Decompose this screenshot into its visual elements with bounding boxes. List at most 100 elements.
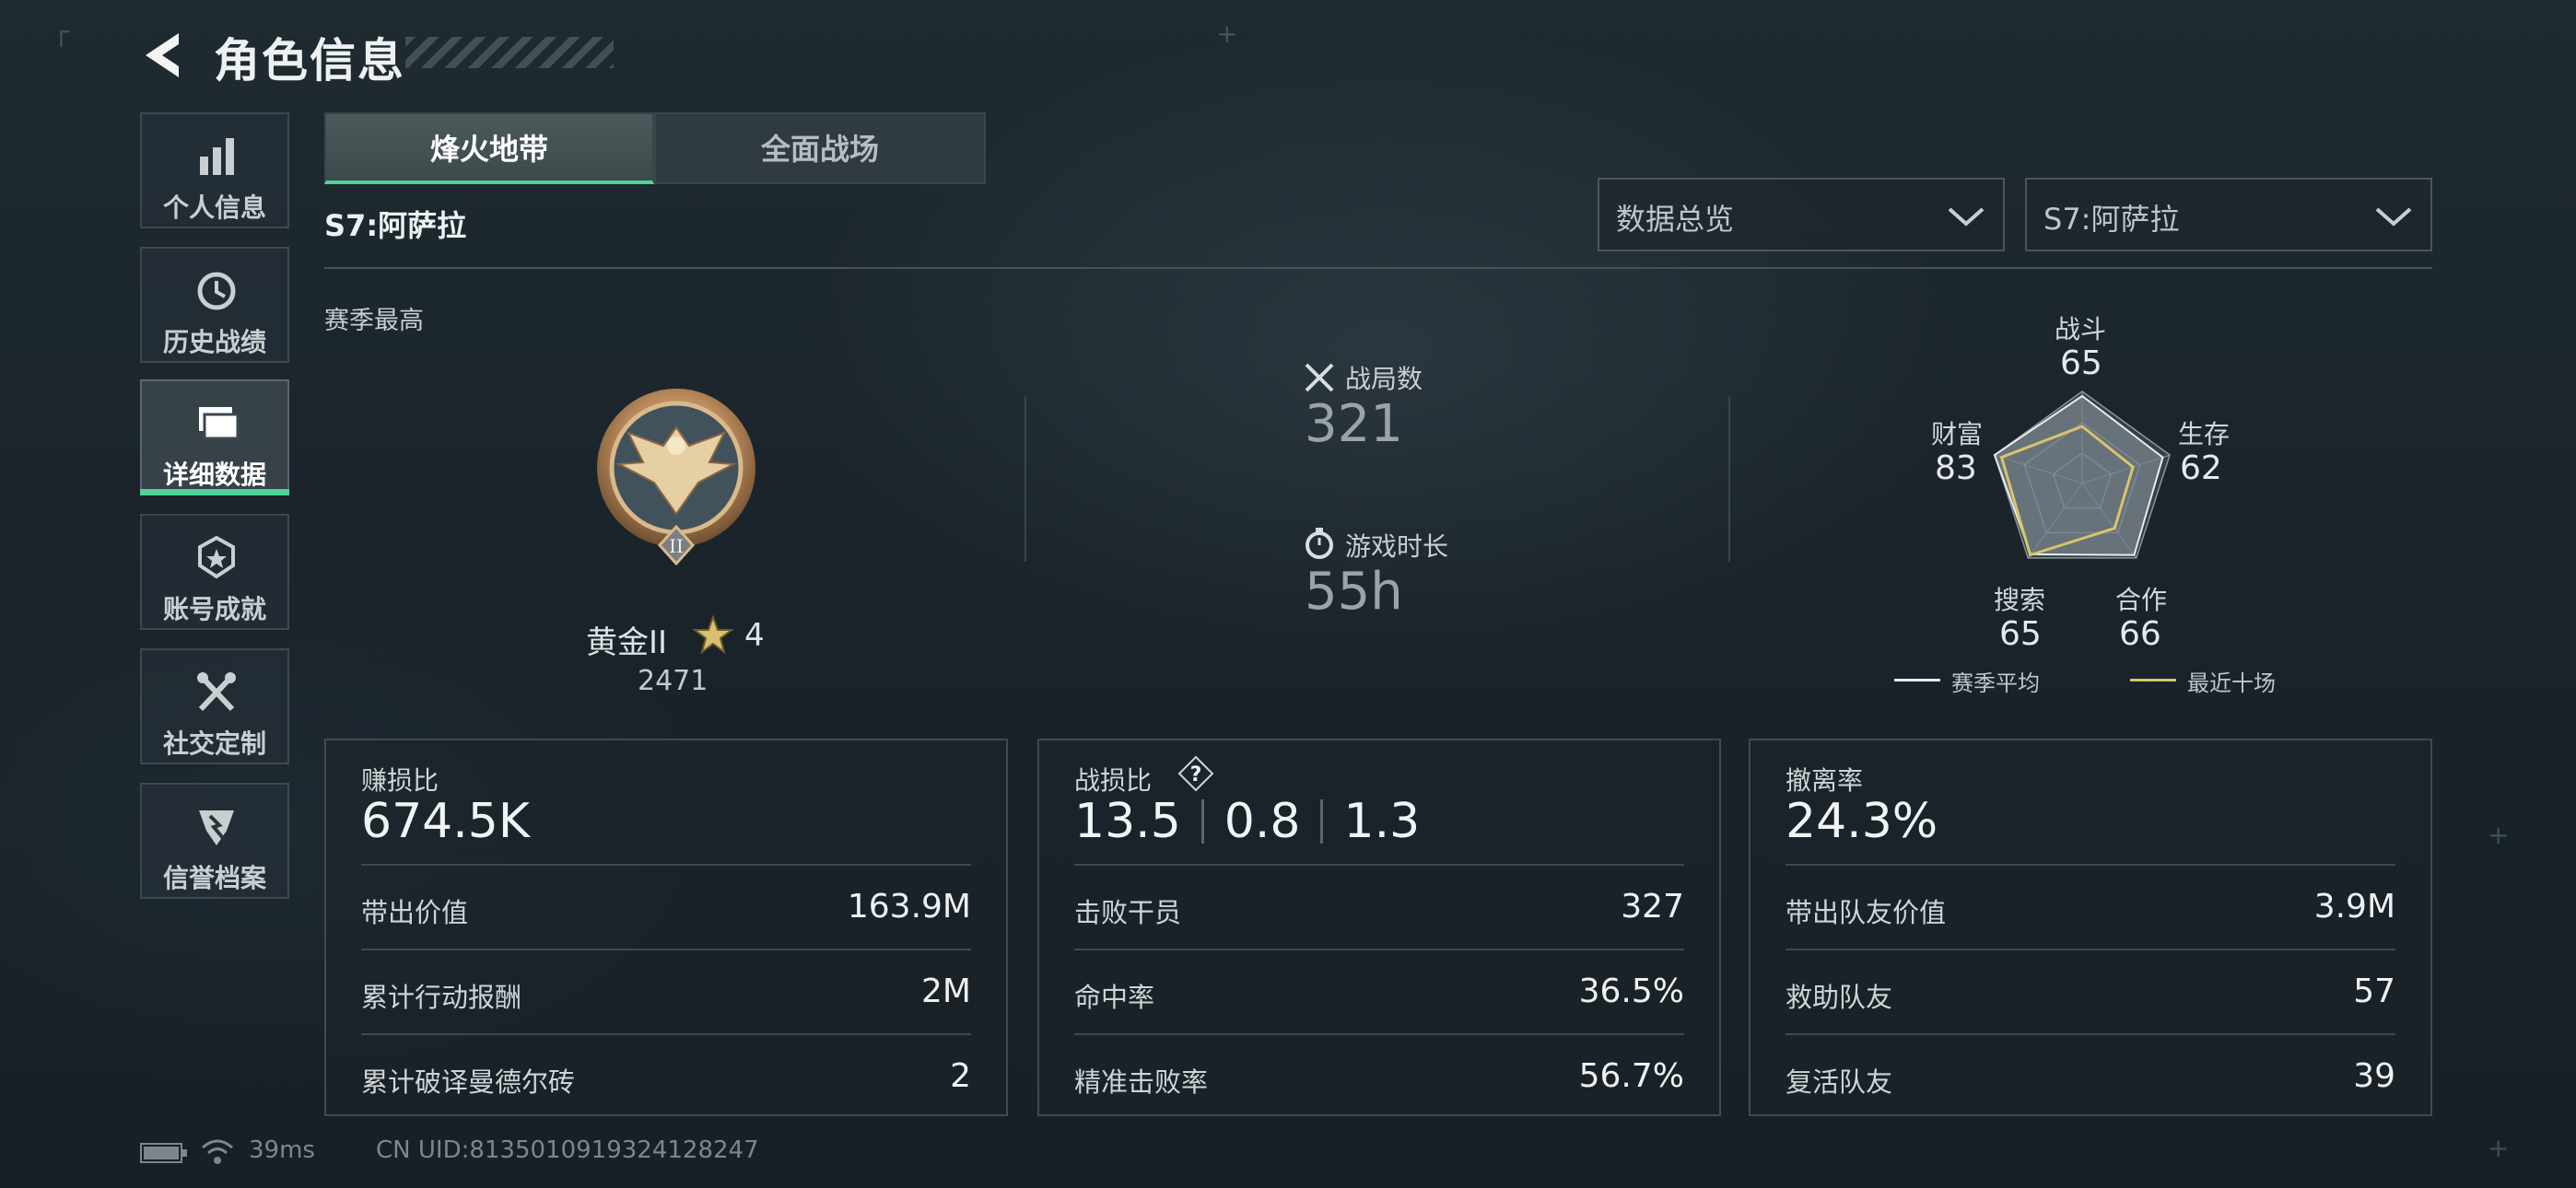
stat-row-value: 39 [2353, 1057, 2395, 1095]
combat-card: 战损比 ? 13.5 0.8 1.3 击败干员 327 命中率 36.5% 精准… [1037, 739, 1721, 1116]
extract-rate-label: 撤离率 [1786, 765, 1864, 796]
svg-text:?: ? [1190, 763, 1202, 786]
stat-row: 精准击败率 56.7% [1074, 1033, 1684, 1118]
rank-star-count: 4 [744, 617, 765, 654]
legend-label-average: 赛季平均 [1951, 670, 2040, 696]
radar-value-cooperation: 66 [2119, 615, 2161, 653]
season-dropdown[interactable]: S7:阿萨拉 [2025, 178, 2432, 251]
season-dropdown-value: S7:阿萨拉 [2043, 202, 2180, 237]
uid-text: CN UID:8135010919324128247 [376, 1136, 759, 1164]
battery-icon [140, 1142, 188, 1168]
stat-row: 复活队友 39 [1786, 1033, 2395, 1118]
divider [1320, 799, 1324, 844]
radar-value-survival: 62 [2180, 449, 2222, 487]
sidebar-item-social[interactable]: 社交定制 [140, 648, 289, 764]
stat-row-value: 57 [2353, 973, 2395, 1010]
help-icon[interactable]: ? [1177, 755, 1214, 792]
sidebar-item-label: 详细数据 [162, 460, 266, 490]
medal-numeral: II [669, 535, 684, 557]
sidebar-item-history[interactable]: 历史战绩 [140, 247, 289, 363]
stat-row-label: 复活队友 [1786, 1066, 1893, 1098]
kd-ratio-values: 13.5 0.8 1.3 [1074, 794, 1420, 849]
sidebar-item-label: 账号成就 [162, 594, 266, 624]
radar-value-wealth: 83 [1935, 449, 1977, 487]
radar-label-survival: 生存 [2178, 419, 2231, 449]
sidebar-item-personal-info[interactable]: 个人信息 [140, 112, 289, 228]
matches-label: 战局数 [1345, 364, 1423, 394]
stat-row-value: 56.7% [1578, 1057, 1684, 1095]
radar-label-wealth: 财富 [1931, 419, 1984, 449]
legend-label-recent: 最近十场 [2187, 670, 2276, 696]
tab-full-battlefield[interactable]: 全面战场 [654, 112, 986, 184]
star-icon [692, 614, 734, 656]
stat-row: 带出价值 163.9M [361, 864, 971, 949]
sidebar-item-achievements[interactable]: 账号成就 [140, 514, 289, 630]
season-label: S7:阿萨拉 [324, 208, 467, 243]
sidebar-item-detailed-data[interactable]: 详细数据 [140, 379, 289, 495]
sidebar-item-credit[interactable]: 信誉档案 [140, 783, 289, 899]
page-title: 角色信息 [214, 34, 405, 87]
kd-value: 13.5 [1074, 794, 1181, 849]
ping-text: 39ms [249, 1136, 315, 1164]
radar-value-combat: 65 [2060, 344, 2102, 382]
sidebar-item-label: 社交定制 [162, 728, 266, 759]
legend-swatch-average [1894, 679, 1940, 681]
radar-value-search: 65 [1999, 615, 2042, 653]
title-decoration [405, 37, 614, 68]
matches-value: 321 [1305, 394, 1403, 454]
stat-row-label: 带出队友价值 [1786, 897, 1947, 928]
credit-icon [199, 810, 234, 845]
tab-beacon-zone[interactable]: 烽火地带 [324, 112, 654, 184]
crosshair-marker: + [1216, 18, 1238, 49]
radar-label-combat: 战斗 [2055, 314, 2107, 344]
history-icon [197, 272, 236, 310]
extract-rate-value: 24.3% [1786, 794, 1938, 849]
stat-row-value: 36.5% [1578, 973, 1684, 1010]
legend-swatch-recent [2130, 679, 2176, 681]
divider [1200, 799, 1204, 844]
sidebar-item-label: 信誉档案 [162, 863, 266, 893]
stopwatch-icon [1303, 527, 1336, 560]
kd-value: 1.3 [1343, 794, 1421, 849]
stat-row-label: 救助队友 [1786, 982, 1893, 1013]
playtime-value: 55h [1305, 562, 1403, 622]
chevron-down-icon [1948, 207, 1985, 227]
profit-ratio-label: 赚损比 [361, 765, 439, 796]
tools-icon [197, 672, 236, 712]
rank-name: 黄金II [586, 624, 668, 661]
stat-row-label: 击败干员 [1074, 897, 1182, 928]
crosshair-marker: + [2488, 1133, 2510, 1163]
season-best-label: 赛季最高 [324, 307, 424, 335]
divider [1025, 396, 1026, 562]
divider [324, 267, 2432, 269]
stat-row: 击败干员 327 [1074, 864, 1684, 949]
rank-medal-icon: II [586, 379, 767, 566]
wifi-icon [201, 1138, 234, 1170]
stat-row: 救助队友 57 [1786, 949, 2395, 1033]
extract-card: 撤离率 24.3% 带出队友价值 3.9M 救助队友 57 复活队友 39 [1749, 739, 2432, 1116]
medal-icon [198, 535, 235, 579]
stat-row-value: 163.9M [847, 888, 971, 926]
divider [1728, 396, 1730, 562]
stat-row-value: 3.9M [2313, 888, 2395, 926]
sidebar-item-label: 历史战绩 [162, 327, 266, 357]
back-icon[interactable] [138, 28, 193, 83]
folders-icon [199, 407, 240, 440]
kd-value: 0.8 [1224, 794, 1301, 849]
stat-row: 累计行动报酬 2M [361, 949, 971, 1033]
stat-row: 命中率 36.5% [1074, 949, 1684, 1033]
stat-row-label: 累计行动报酬 [361, 982, 522, 1013]
rank-score: 2471 [638, 665, 708, 697]
stat-row-label: 带出价值 [361, 897, 469, 928]
corner-marker: ┌ [53, 17, 69, 47]
crosshair-marker: + [2488, 820, 2510, 850]
stat-row-label: 命中率 [1074, 982, 1155, 1013]
radar-label-cooperation: 合作 [2115, 585, 2168, 615]
stat-row-label: 累计破译曼德尔砖 [361, 1066, 576, 1098]
view-dropdown-value: 数据总览 [1616, 202, 1735, 237]
bar-chart-icon [200, 138, 234, 175]
stat-row-value: 327 [1621, 888, 1684, 926]
view-dropdown[interactable]: 数据总览 [1598, 178, 2005, 251]
kd-ratio-label: 战损比 [1074, 765, 1153, 796]
playtime-label: 游戏时长 [1345, 531, 1449, 562]
